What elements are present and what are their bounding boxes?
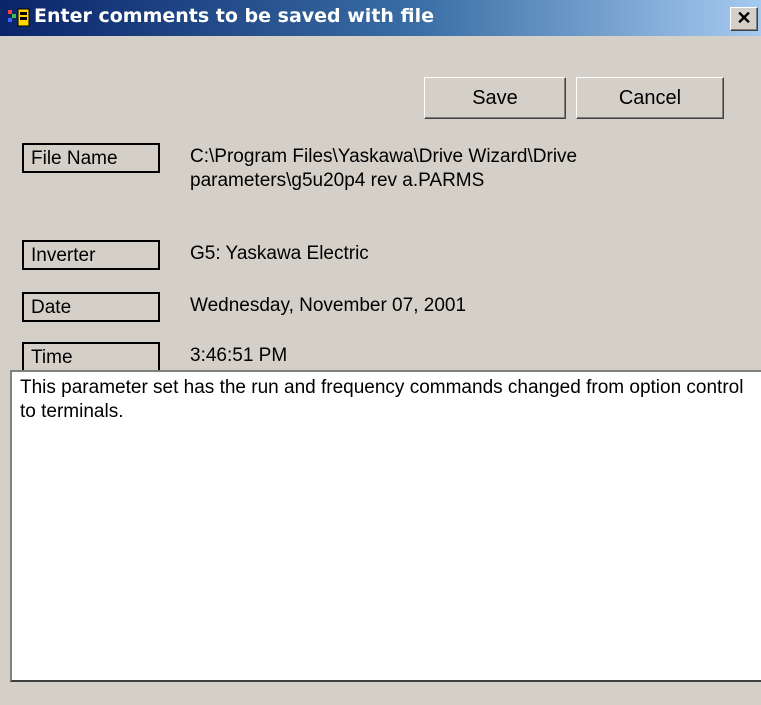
- close-button[interactable]: ✕: [730, 7, 758, 31]
- time-value: 3:46:51 PM: [190, 345, 288, 366]
- app-icon: [8, 8, 30, 27]
- window-title: Enter comments to be saved with file: [34, 5, 435, 27]
- inverter-value: G5: Yaskawa Electric: [190, 243, 369, 264]
- date-label: Date: [22, 292, 160, 322]
- inverter-label: Inverter: [22, 240, 160, 270]
- comments-textarea[interactable]: This parameter set has the run and frequ…: [10, 370, 761, 682]
- title-bar[interactable]: Enter comments to be saved with file ✕: [0, 0, 761, 36]
- save-button[interactable]: Save: [424, 77, 566, 119]
- close-icon: ✕: [736, 8, 752, 28]
- time-label: Time: [22, 342, 160, 372]
- file-name-label: File Name: [22, 143, 160, 173]
- file-name-value: C:\Program Files\Yaskawa\Drive Wizard\Dr…: [190, 146, 578, 191]
- cancel-button[interactable]: Cancel: [576, 77, 724, 119]
- date-value: Wednesday, November 07, 2001: [190, 295, 467, 316]
